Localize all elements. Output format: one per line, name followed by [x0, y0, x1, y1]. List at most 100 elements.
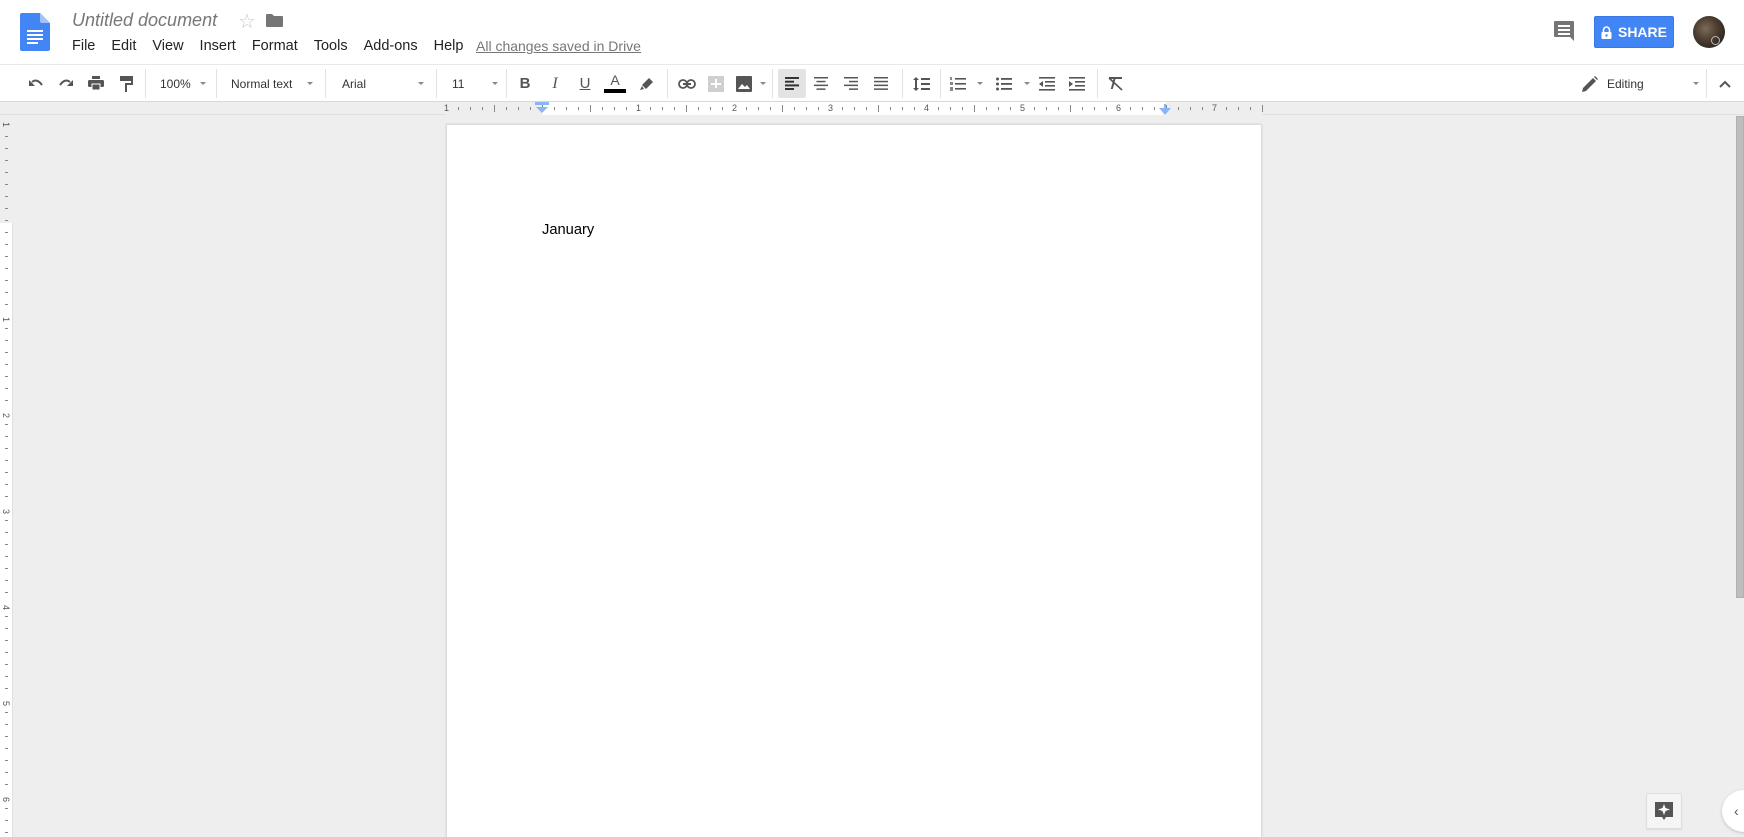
ruler-tick	[1070, 105, 1071, 112]
ruler-tick	[5, 184, 8, 185]
ruler-tick	[1178, 107, 1179, 110]
align-left-button[interactable]	[778, 69, 806, 98]
ruler-tick	[5, 364, 8, 365]
undo-icon	[29, 79, 43, 86]
menu-view[interactable]: View	[144, 37, 191, 55]
paragraph-style-value: Normal text	[231, 76, 293, 91]
ruler-tick	[890, 107, 891, 110]
share-button[interactable]: SHARE	[1594, 16, 1674, 48]
ruler-number: 4	[924, 103, 930, 113]
ruler-tick	[5, 268, 8, 269]
menu-bar: File Edit View Insert Format Tools Add-o…	[64, 37, 471, 55]
menu-help[interactable]: Help	[426, 37, 472, 55]
paragraph-style-select[interactable]: Normal text	[222, 65, 320, 102]
chevron-down-icon	[977, 82, 983, 85]
ruler-tick	[1142, 107, 1143, 110]
ruler-tick	[938, 107, 939, 110]
account-avatar[interactable]	[1693, 16, 1725, 48]
ruler-tick	[5, 496, 8, 497]
menu-insert[interactable]: Insert	[192, 37, 244, 55]
numbered-list-icon	[950, 76, 966, 91]
ruler-tick	[5, 736, 8, 737]
ruler-page-area: 1 1 2 3 4 5 6 7	[444, 102, 1263, 115]
save-status-link[interactable]: All changes saved in Drive	[476, 38, 641, 54]
align-center-button[interactable]	[808, 65, 834, 102]
ruler-tick	[5, 172, 8, 173]
vertical-ruler[interactable]: 1 1 2 3 4 5 6	[0, 116, 13, 837]
ruler-tick	[458, 107, 459, 110]
google-docs-icon[interactable]	[20, 13, 50, 51]
highlight-color-button[interactable]	[634, 65, 660, 102]
decrease-indent-button[interactable]	[1034, 65, 1060, 102]
line-spacing-icon	[912, 76, 930, 91]
star-icon[interactable]: ☆	[238, 9, 256, 34]
text-color-button[interactable]: A	[602, 65, 628, 102]
ruler-tick	[5, 400, 8, 401]
increase-indent-icon	[1069, 76, 1085, 91]
undo-button[interactable]	[24, 65, 48, 102]
numbered-list-button[interactable]	[946, 65, 986, 102]
bold-button[interactable]: B	[512, 65, 538, 102]
comment-icon[interactable]	[1553, 20, 1575, 42]
menu-format[interactable]: Format	[244, 37, 306, 55]
ruler-tick	[5, 676, 8, 677]
ruler-tick	[5, 748, 8, 749]
underline-button[interactable]: U	[572, 65, 598, 102]
right-indent-marker[interactable]	[1159, 104, 1171, 115]
italic-button[interactable]: I	[542, 65, 568, 102]
chevron-down-icon	[200, 82, 206, 85]
menu-file[interactable]: File	[64, 37, 103, 55]
document-page[interactable]: January	[446, 124, 1262, 837]
document-body-text[interactable]: January	[542, 222, 594, 238]
insert-link-button[interactable]	[674, 65, 700, 102]
share-label: SHARE	[1617, 24, 1667, 40]
horizontal-ruler[interactable]: 1 1 2 3 4 5 6 7	[0, 102, 1744, 115]
bulleted-list-button[interactable]	[992, 65, 1032, 102]
print-button[interactable]	[84, 65, 108, 102]
explore-button[interactable]	[1646, 793, 1682, 829]
redo-button[interactable]	[54, 65, 78, 102]
ruler-tick	[554, 107, 555, 110]
font-size-select[interactable]: 11	[442, 65, 502, 102]
ruler-tick	[842, 107, 843, 110]
justify-button[interactable]	[868, 65, 894, 102]
clear-formatting-icon	[1107, 76, 1123, 91]
ruler-tick	[1046, 107, 1047, 110]
chevron-left-icon: ‹	[1734, 803, 1739, 819]
line-spacing-button[interactable]	[908, 65, 934, 102]
pencil-icon	[1582, 75, 1598, 92]
insert-image-button[interactable]	[732, 65, 768, 102]
increase-indent-button[interactable]	[1064, 65, 1090, 102]
ruler-tick	[1010, 107, 1011, 110]
menu-addons[interactable]: Add-ons	[356, 37, 426, 55]
paint-format-icon	[119, 75, 133, 92]
font-select[interactable]: Arial	[332, 65, 430, 102]
folder-icon[interactable]	[266, 14, 283, 27]
toolbar-divider	[436, 69, 437, 98]
ruler-tick	[854, 107, 855, 110]
ruler-tick	[698, 107, 699, 110]
hide-menus-button[interactable]	[1710, 65, 1740, 102]
clear-formatting-button[interactable]	[1102, 65, 1128, 102]
scrollbar-thumb[interactable]	[1736, 116, 1744, 598]
ruler-tick	[5, 340, 8, 341]
paint-format-button[interactable]	[114, 65, 138, 102]
ruler-tick	[5, 808, 8, 809]
first-line-indent-marker[interactable]	[535, 102, 549, 113]
text-color-swatch	[604, 88, 626, 93]
align-right-button[interactable]	[838, 65, 864, 102]
ruler-tick	[5, 472, 8, 473]
formatting-toolbar: 100% Normal text Arial 11 B I U A Editin…	[0, 64, 1744, 102]
editing-mode-select[interactable]: Editing	[1578, 65, 1702, 102]
ruler-tick	[5, 532, 8, 533]
ruler-tick	[530, 107, 531, 110]
document-title[interactable]: Untitled document	[72, 10, 217, 31]
zoom-select[interactable]: 100%	[152, 65, 212, 102]
insert-comment-button[interactable]	[704, 65, 728, 102]
font-value: Arial	[342, 76, 367, 91]
menu-tools[interactable]: Tools	[306, 37, 356, 55]
side-panel-toggle[interactable]: ‹	[1722, 790, 1744, 832]
menu-edit[interactable]: Edit	[103, 37, 144, 55]
ruler-top-margin[interactable]	[0, 116, 13, 223]
ruler-tick	[5, 664, 8, 665]
